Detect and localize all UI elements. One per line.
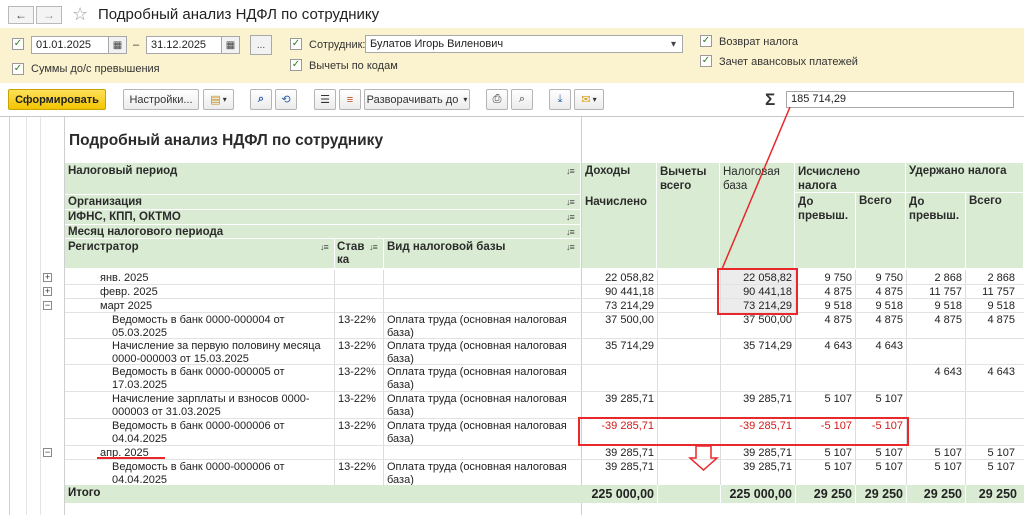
- arrow-down-icon: [688, 445, 719, 472]
- annotation-connector-line: [721, 106, 791, 270]
- annotation-overlay: [688, 106, 791, 472]
